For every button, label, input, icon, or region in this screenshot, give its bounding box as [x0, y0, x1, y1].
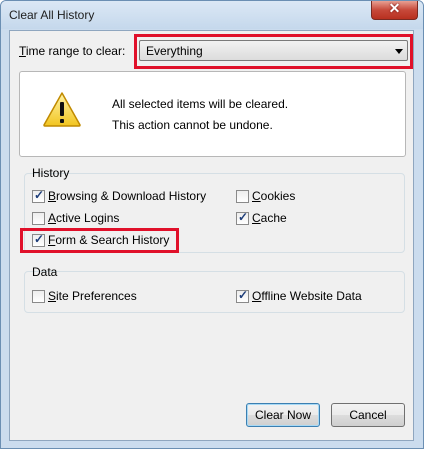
clear-now-button[interactable]: Clear Now [246, 403, 320, 427]
data-group-title: Data [32, 265, 58, 279]
checkmark-icon: ✓ [34, 232, 45, 246]
site-preferences-checkbox[interactable] [32, 290, 45, 303]
dialog-window: Clear All History ✕ Time range to clear:… [0, 0, 424, 449]
title-bar[interactable]: Clear All History ✕ [1, 1, 423, 29]
offline-website-data-label[interactable]: Offline Website Data [252, 289, 362, 303]
history-group-title: History [32, 166, 70, 180]
offline-website-data-checkbox[interactable]: ✓ [236, 288, 249, 303]
time-range-select[interactable]: Everything [139, 40, 408, 61]
window-title: Clear All History [9, 8, 95, 22]
warning-icon [43, 92, 81, 127]
form-search-history-label[interactable]: Form & Search History [48, 233, 169, 247]
checkmark-icon: ✓ [34, 188, 45, 202]
cancel-button[interactable]: Cancel [331, 403, 405, 427]
active-logins-label[interactable]: Active Logins [48, 211, 119, 225]
cache-label[interactable]: Cache [252, 211, 287, 225]
checkmark-icon: ✓ [238, 288, 249, 302]
close-button[interactable]: ✕ [371, 1, 418, 20]
dialog-body: Time range to clear: Everything All sele… [9, 30, 414, 441]
cookies-label[interactable]: Cookies [252, 189, 295, 203]
warning-line-2: This action cannot be undone. [112, 118, 273, 132]
site-preferences-label[interactable]: Site Preferences [48, 289, 137, 303]
cache-checkbox[interactable]: ✓ [236, 210, 249, 225]
browsing-history-checkbox[interactable]: ✓ [32, 188, 45, 203]
checkmark-icon: ✓ [238, 210, 249, 224]
chevron-down-icon [395, 49, 403, 54]
time-range-label: Time range to clear: [19, 44, 126, 58]
close-icon: ✕ [388, 0, 401, 16]
warning-panel: All selected items will be cleared. This… [19, 71, 406, 157]
active-logins-checkbox[interactable] [32, 212, 45, 225]
browsing-history-label[interactable]: Browsing & Download History [48, 189, 206, 203]
form-search-history-checkbox[interactable]: ✓ [32, 232, 45, 247]
cookies-checkbox[interactable] [236, 190, 249, 203]
time-range-value: Everything [146, 44, 203, 58]
warning-line-1: All selected items will be cleared. [112, 97, 289, 111]
